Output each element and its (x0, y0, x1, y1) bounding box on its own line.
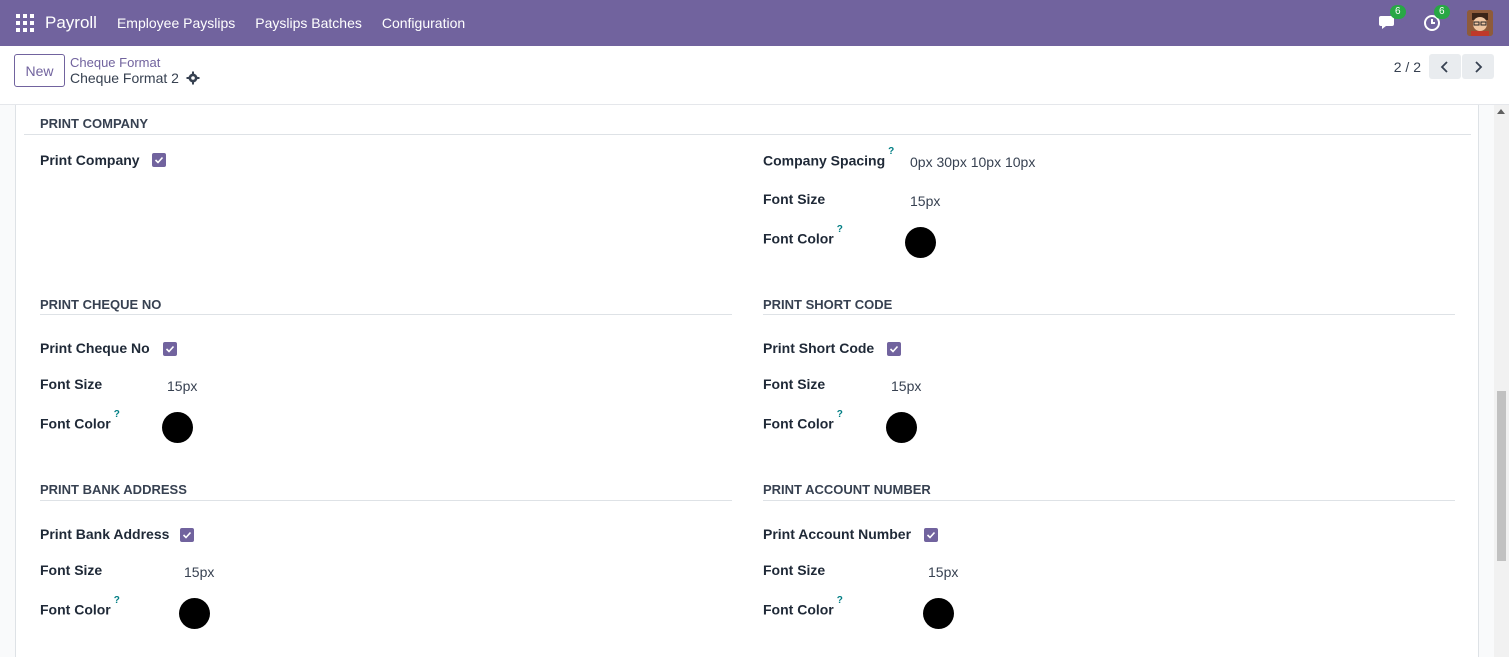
bank-address-font-size-label: Font Size (40, 562, 103, 578)
section-divider (40, 500, 732, 501)
help-tooltip-icon[interactable]: ? (837, 595, 843, 606)
company-font-color-label: Font Color? (763, 224, 843, 247)
account-number-font-color-label: Font Color? (763, 595, 843, 618)
print-account-number-checkbox[interactable] (924, 528, 938, 542)
check-icon (165, 345, 175, 353)
menu-configuration[interactable]: Configuration (382, 15, 465, 31)
short-code-font-color-label: Font Color? (763, 409, 843, 432)
breadcrumb-current: Cheque Format 2 (70, 70, 179, 86)
short-code-font-size-value[interactable]: 15px (891, 378, 921, 394)
pager-next-button[interactable] (1462, 54, 1494, 79)
section-divider (40, 314, 732, 315)
section-divider (763, 314, 1455, 315)
account-number-font-size-value[interactable]: 15px (928, 564, 958, 580)
user-avatar[interactable] (1467, 10, 1493, 36)
top-navbar: Payroll Employee Payslips Payslips Batch… (0, 0, 1509, 46)
company-spacing-label: Company Spacing? (763, 146, 895, 169)
app-brand[interactable]: Payroll (45, 13, 97, 33)
company-font-size-label: Font Size (763, 191, 826, 207)
menu-payslips-batches[interactable]: Payslips Batches (255, 15, 362, 31)
check-icon (926, 531, 936, 539)
help-tooltip-icon[interactable]: ? (114, 409, 120, 420)
check-icon (154, 156, 164, 164)
help-tooltip-icon[interactable]: ? (114, 595, 120, 606)
apps-menu-icon[interactable] (16, 14, 34, 32)
short-code-font-size-label: Font Size (763, 376, 826, 392)
account-number-font-size-label: Font Size (763, 562, 826, 578)
check-icon (182, 531, 192, 539)
company-spacing-value[interactable]: 0px 30px 10px 10px (910, 154, 1035, 170)
bank-address-font-color-label: Font Color? (40, 595, 120, 618)
company-font-color-swatch[interactable] (905, 227, 936, 258)
messages-count-badge: 6 (1390, 5, 1406, 19)
cheque-no-font-color-label: Font Color? (40, 409, 120, 432)
print-bank-address-checkbox[interactable] (180, 528, 194, 542)
new-button[interactable]: New (14, 54, 65, 87)
print-account-number-label: Print Account Number (763, 526, 912, 542)
chevron-right-icon (1475, 60, 1483, 73)
print-cheque-no-label: Print Cheque No (40, 340, 150, 356)
pager-value[interactable]: 2 / 2 (1394, 59, 1421, 75)
print-short-code-checkbox[interactable] (887, 342, 901, 356)
short-code-font-color-swatch[interactable] (886, 412, 917, 443)
menu-employee-payslips[interactable]: Employee Payslips (117, 15, 235, 31)
chevron-left-icon (1440, 60, 1448, 73)
print-bank-address-label: Print Bank Address (40, 526, 170, 542)
cheque-no-font-color-swatch[interactable] (162, 412, 193, 443)
help-tooltip-icon[interactable]: ? (837, 224, 843, 235)
cheque-no-font-size-value[interactable]: 15px (167, 378, 197, 394)
section-title-print-cheque-no: PRINT CHEQUE NO (40, 297, 162, 312)
messages-button[interactable]: 6 (1379, 5, 1406, 33)
scroll-up-arrow-icon[interactable] (1497, 109, 1505, 114)
bank-address-font-size-value[interactable]: 15px (184, 564, 214, 580)
breadcrumb-parent[interactable]: Cheque Format (70, 55, 160, 70)
section-title-print-account-number: PRINT ACCOUNT NUMBER (763, 482, 931, 497)
cheque-no-font-size-label: Font Size (40, 376, 103, 392)
section-title-print-bank-address: PRINT BANK ADDRESS (40, 482, 187, 497)
print-company-checkbox[interactable] (152, 153, 166, 167)
section-divider (24, 134, 1471, 135)
bank-address-font-color-swatch[interactable] (179, 598, 210, 629)
print-short-code-label: Print Short Code (763, 340, 875, 356)
scrollbar-thumb[interactable] (1497, 391, 1506, 561)
pager-previous-button[interactable] (1429, 54, 1461, 79)
help-tooltip-icon[interactable]: ? (837, 409, 843, 420)
activities-count-badge: 6 (1434, 5, 1450, 19)
activities-button[interactable]: 6 (1423, 5, 1450, 33)
company-font-size-value[interactable]: 15px (910, 193, 940, 209)
section-divider (763, 500, 1455, 501)
print-company-label: Print Company (40, 152, 140, 168)
section-title-print-company: PRINT COMPANY (40, 116, 149, 131)
vertical-scrollbar[interactable] (1494, 105, 1509, 657)
help-tooltip-icon[interactable]: ? (888, 146, 894, 157)
check-icon (889, 345, 899, 353)
account-number-font-color-swatch[interactable] (923, 598, 954, 629)
control-panel: New Cheque Format Cheque Format 2 2 / 2 (0, 46, 1509, 105)
form-sheet: PRINT COMPANY Print Company Company Spac… (15, 105, 1479, 657)
gear-icon[interactable] (186, 71, 200, 85)
print-cheque-no-checkbox[interactable] (163, 342, 177, 356)
section-title-print-short-code: PRINT SHORT CODE (763, 297, 893, 312)
